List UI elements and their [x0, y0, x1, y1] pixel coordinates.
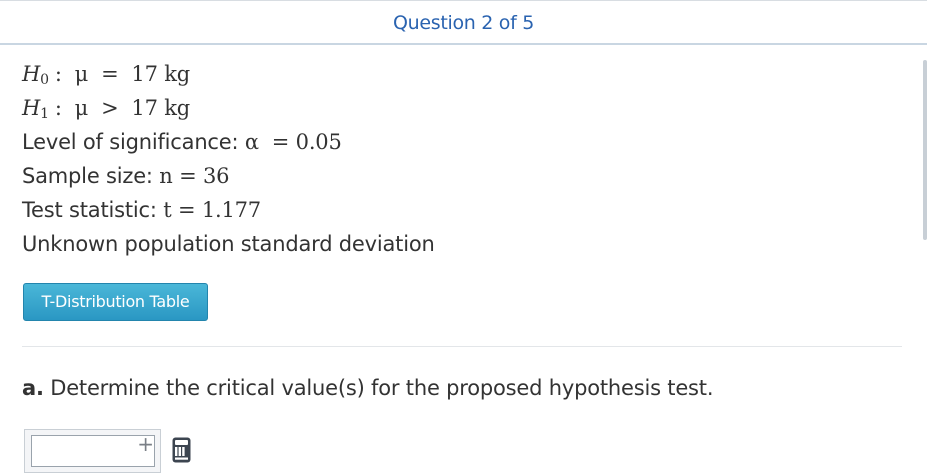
h0-relation: : μ = 17 kg: [54, 62, 190, 86]
h1-subscript: 1: [40, 106, 49, 122]
part-a-text: Determine the critical value(s) for the …: [50, 376, 714, 400]
plus-icon[interactable]: +: [137, 432, 154, 456]
calculator-icon[interactable]: [172, 437, 191, 463]
significance-line: Level of significance: α = 0.05: [22, 128, 342, 156]
part-a-letter: a.: [22, 376, 44, 400]
sample-size-value: n = 36: [159, 164, 230, 188]
question-counter: Question 2 of 5: [392, 12, 535, 34]
significance-value: α = 0.05: [244, 130, 342, 154]
test-statistic-label: Test statistic:: [22, 198, 157, 222]
section-divider: [22, 346, 902, 347]
question-header: Question 2 of 5: [0, 0, 927, 45]
answer-field-container: +: [24, 429, 161, 473]
h0-subscript: 0: [40, 72, 49, 88]
h0-symbol: H: [22, 62, 41, 86]
part-a-prompt: a. Determine the critical value(s) for t…: [22, 374, 714, 402]
t-distribution-table-button[interactable]: T-Distribution Table: [23, 283, 208, 321]
test-statistic-value: t = 1.177: [163, 198, 261, 222]
h1-symbol: H: [22, 96, 41, 120]
scrollbar[interactable]: [923, 60, 927, 240]
sample-size-line: Sample size: n = 36: [22, 162, 229, 190]
alternative-hypothesis: H1 : μ > 17 kg: [22, 94, 190, 128]
significance-label: Level of significance:: [22, 130, 239, 154]
test-statistic-line: Test statistic: t = 1.177: [22, 196, 261, 224]
null-hypothesis: H0 : μ = 17 kg: [22, 60, 190, 94]
sample-size-label: Sample size:: [22, 164, 153, 188]
h1-relation: : μ > 17 kg: [54, 96, 190, 120]
population-note: Unknown population standard deviation: [22, 232, 435, 256]
